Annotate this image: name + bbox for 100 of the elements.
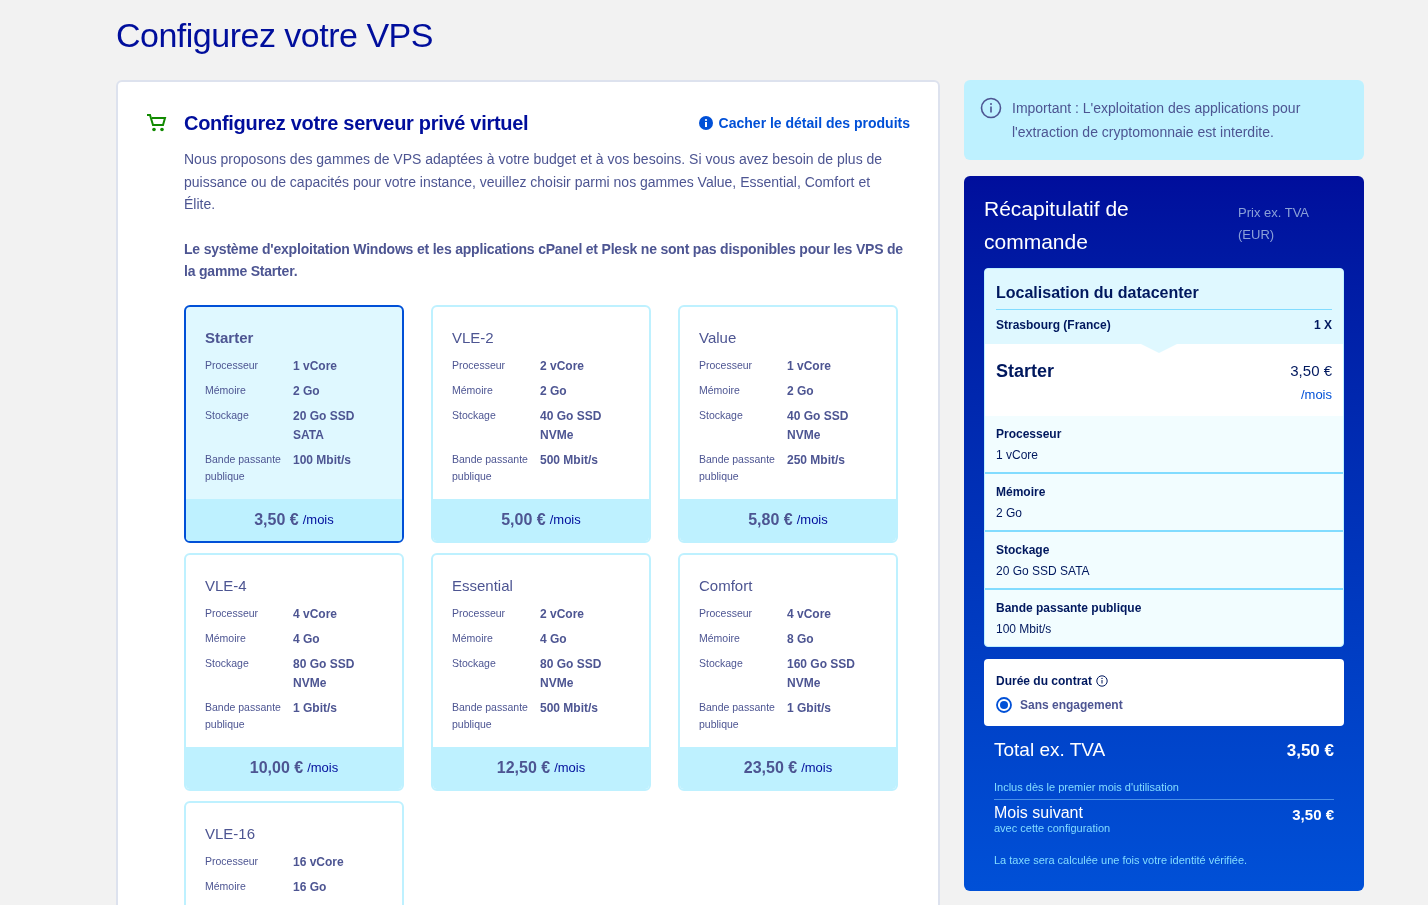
quantity-text: 1 X: [1314, 317, 1332, 334]
plan-price: 12,50 €: [496, 757, 551, 778]
spec-value: 4 Go: [540, 631, 568, 648]
spec-label: Mémoire: [996, 484, 1046, 501]
spec-label: Processeur: [699, 606, 754, 621]
spec-value: 16 vCore: [293, 854, 345, 871]
plan-card[interactable]: Comfort Processeur 4 vCore Mémoire 8 Go Stockage 160 Go SSD NVMe Bande passante publique 1 Gbit/s 23,50 € /mois: [678, 552, 898, 791]
spec-value: 100 Mbit/s: [996, 621, 1052, 638]
spec-value: 2 vCore: [540, 606, 586, 623]
spec-value: 100 Mbit/s: [293, 452, 353, 469]
total-label: Total ex. TVA: [994, 738, 1106, 762]
plan-name: VLE-2: [452, 327, 495, 348]
plan-card[interactable]: Starter Processeur 1 vCore Mémoire 2 Go Stockage 20 Go SSD SATA Bande passante publique 100 Mbit/s 3,50 € /mois: [184, 304, 404, 543]
spec-label: Bande passante publique: [996, 600, 1142, 617]
tax-note: La taxe sera calculée une fois votre identité vérifiée.: [994, 853, 1249, 868]
plan-name: Starter: [205, 327, 255, 348]
plan-card[interactable]: VLE-2 Processeur 2 vCore Mémoire 2 Go Stockage 40 Go SSD NVMe Bande passante publique 500 Mbit/s 5,00 € /mois: [431, 304, 651, 543]
spec-label: Stockage: [996, 542, 1050, 559]
price-period: /mois: [1300, 385, 1332, 404]
notice-text: Le système d'exploitation Windows et les applications cPanel et Plesk ne sont pas disponibles pour les VPS de la gamme Starter.: [184, 239, 904, 281]
plan-name: VLE-16: [205, 823, 257, 844]
spec-label: Stockage: [205, 656, 250, 671]
plan-name: Comfort: [699, 575, 754, 596]
cart-icon: [146, 113, 168, 133]
spec-label: Processeur: [996, 426, 1062, 443]
plan-card[interactable]: VLE-4 Processeur 4 vCore Mémoire 4 Go Stockage 80 Go SSD NVMe Bande passante publique 1 Gbit/s 10,00 € /mois: [184, 552, 404, 791]
spec-value: 16 Go: [293, 879, 328, 896]
spec-value: 40 Go SSD NVMe: [787, 408, 850, 444]
spec-label: Mémoire: [205, 879, 247, 894]
spec-value: 500 Mbit/s: [540, 452, 600, 469]
spec-label: Processeur: [452, 606, 507, 621]
spec-label: Bande passante publique: [452, 700, 529, 732]
spec-label: Processeur: [452, 358, 507, 373]
location-value: Strasbourg (France): [996, 317, 1111, 334]
price-period: /mois: [796, 510, 828, 529]
spec-label: Mémoire: [699, 383, 741, 398]
spec-value: 1 Gbit/s: [293, 700, 338, 717]
total-note: Inclus dès le premier mois d'utilisation: [994, 778, 1334, 800]
total-amount: 3,50 €: [1286, 739, 1334, 762]
spec-label: Stockage: [699, 656, 744, 671]
product-name: Starter: [996, 360, 1055, 383]
spec-value: 1 Gbit/s: [787, 700, 832, 717]
product-price: 3,50 €: [1290, 361, 1332, 381]
price-note: Prix ex. TVA (EUR): [1238, 204, 1310, 244]
plan-card[interactable]: VLE-16 Processeur 16 vCore Mémoire 16 Go: [184, 800, 404, 905]
spec-label: Stockage: [205, 408, 250, 423]
info-icon: [1096, 675, 1108, 687]
price-period: /mois: [554, 758, 586, 777]
spec-label: Stockage: [699, 408, 744, 423]
spec-label: Bande passante publique: [205, 452, 282, 484]
spec-label: Processeur: [205, 358, 260, 373]
spec-label: Processeur: [699, 358, 754, 373]
spec-label: Bande passante publique: [452, 452, 529, 484]
spec-value: 4 vCore: [293, 606, 339, 623]
description-text: Nous proposons des gammes de VPS adaptées à votre budget et à vos besoins. Si vous avez besoin de plus de puissance ou de capacités pour votre instance, veuillez choisir parmi nos gammes Value, Essential, Comfort et Élite.: [184, 150, 884, 214]
spec-value: 160 Go SSD NVMe: [787, 656, 857, 692]
spec-value: 2 Go: [540, 383, 568, 400]
spec-value: 2 vCore: [540, 358, 586, 375]
radio-button[interactable]: [996, 697, 1012, 713]
spec-value: 2 Go: [996, 505, 1022, 522]
spec-value: 1 vCore: [293, 358, 339, 375]
spec-value: 20 Go SSD SATA: [996, 563, 1090, 580]
spec-value: 250 Mbit/s: [787, 452, 847, 469]
spec-value: 20 Go SSD SATA: [293, 408, 356, 444]
info-icon: [698, 116, 713, 130]
plan-name: Value: [699, 327, 738, 348]
page-title: Configurez votre VPS: [116, 15, 433, 56]
spec-label: Mémoire: [205, 631, 247, 646]
spec-value: 8 Go: [787, 631, 815, 648]
info-icon: [980, 97, 1002, 119]
spec-label: Mémoire: [699, 631, 741, 646]
spec-label: Bande passante publique: [205, 700, 282, 732]
next-month-sublabel: avec cette configuration: [994, 822, 1111, 834]
price-period: /mois: [801, 758, 833, 777]
spec-label: Mémoire: [205, 383, 247, 398]
spec-value: 500 Mbit/s: [540, 700, 600, 717]
spec-value: 4 Go: [293, 631, 321, 648]
plan-price: 3,50 €: [254, 509, 299, 530]
plan-card[interactable]: Value Processeur 1 vCore Mémoire 2 Go Stockage 40 Go SSD NVMe Bande passante publique 250 Mbit/s 5,80 € /mois: [678, 304, 898, 543]
plan-name: VLE-4: [205, 575, 248, 596]
plan-price: 5,80 €: [748, 509, 793, 530]
spec-label: Stockage: [452, 408, 497, 423]
contract-label: Durée du contrat: [996, 673, 1092, 690]
spec-label: Bande passante publique: [699, 452, 776, 484]
hide-details-link[interactable]: Cacher le détail des produits: [698, 112, 910, 134]
location-heading: Localisation du datacenter: [996, 281, 1332, 310]
spec-value: 80 Go SSD NVMe: [293, 656, 356, 692]
plan-card[interactable]: Essential Processeur 2 vCore Mémoire 4 Go Stockage 80 Go SSD NVMe Bande passante publique 500 Mbit/s 12,50 € /mois: [431, 552, 651, 791]
next-month-amount: 3,50 €: [1292, 805, 1334, 825]
plan-price: 5,00 €: [501, 509, 546, 530]
spec-label: Mémoire: [452, 383, 494, 398]
warning-text: Important : L'exploitation des applications pour l'extraction de cryptomonnaie est interdite.: [1012, 99, 1302, 142]
option-label: Sans engagement: [1020, 697, 1123, 714]
spec-value: 4 vCore: [787, 606, 833, 623]
spec-value: 40 Go SSD NVMe: [540, 408, 603, 444]
next-month-label: Mois suivant: [994, 804, 1084, 822]
price-period: /mois: [302, 510, 334, 529]
spec-value: 2 Go: [787, 383, 815, 400]
spec-label: Mémoire: [452, 631, 494, 646]
spec-label: Bande passante publique: [699, 700, 776, 732]
